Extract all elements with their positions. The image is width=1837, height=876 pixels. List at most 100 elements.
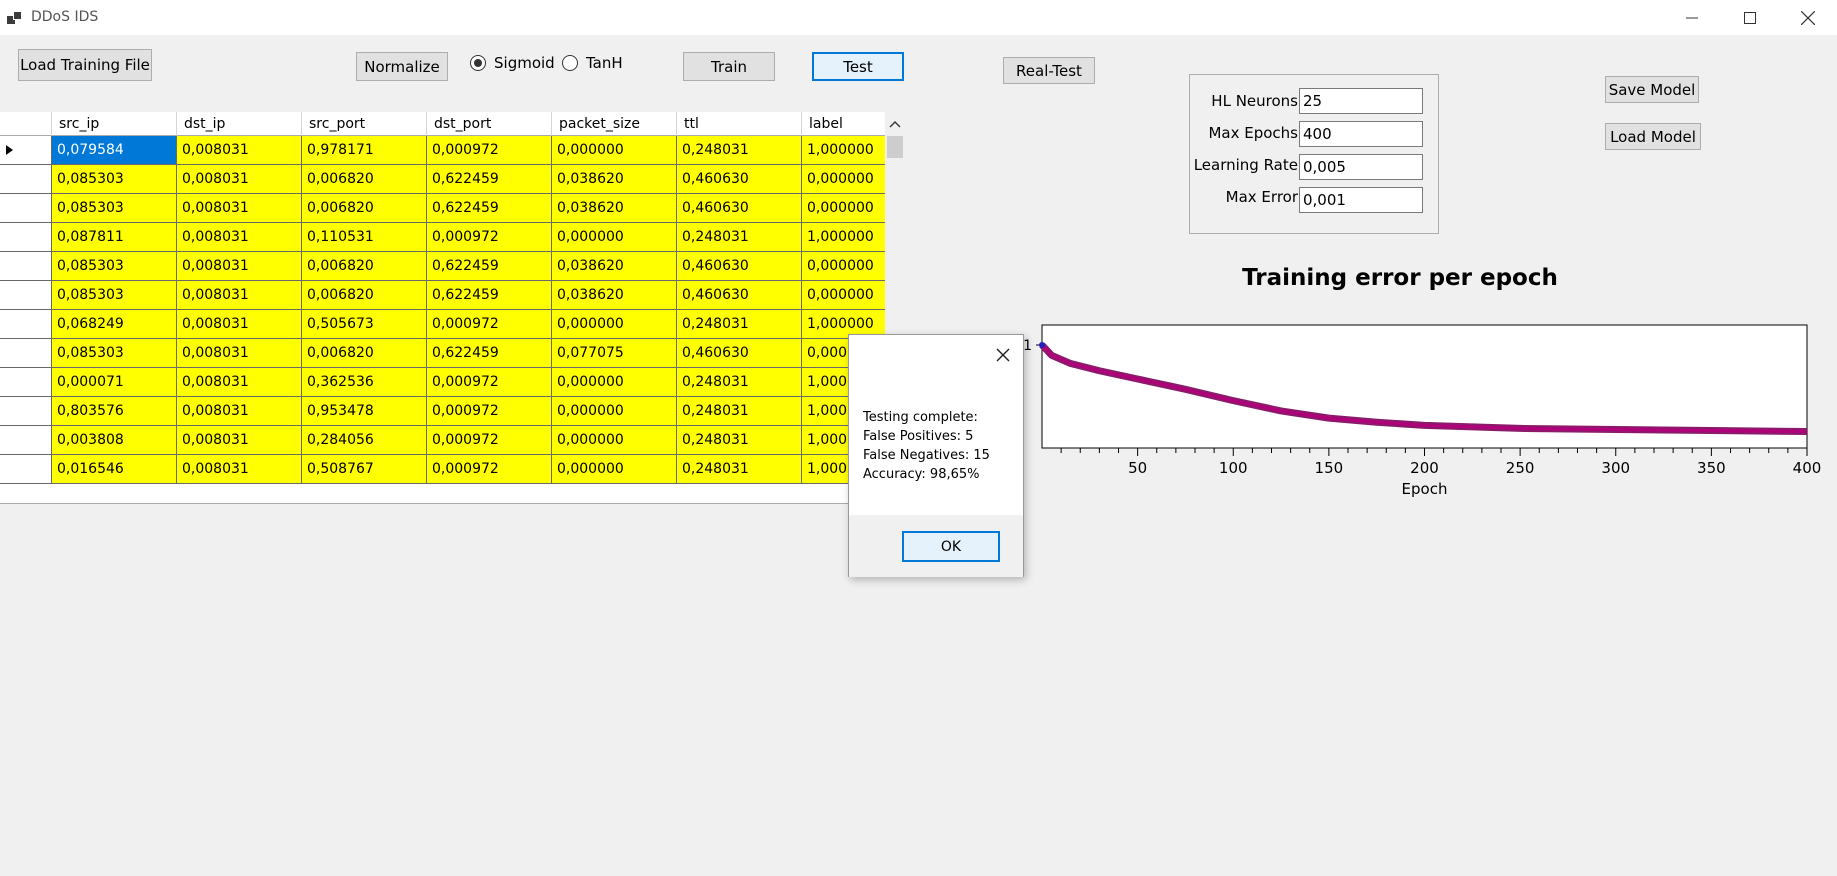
table-cell[interactable]: 0,008031	[177, 426, 302, 455]
table-cell[interactable]: 0,006820	[302, 281, 427, 310]
row-header[interactable]	[0, 194, 52, 223]
table-cell[interactable]: 0,000071	[52, 368, 177, 397]
table-cell[interactable]: 0,000972	[427, 426, 552, 455]
column-header[interactable]: src_port	[302, 112, 427, 136]
table-cell[interactable]: 0,003808	[52, 426, 177, 455]
table-cell[interactable]: 0,085303	[52, 281, 177, 310]
table-cell[interactable]: 0,953478	[302, 397, 427, 426]
table-cell[interactable]: 0,248031	[677, 397, 802, 426]
row-header[interactable]	[0, 397, 52, 426]
table-row[interactable]: 0,000071 0,008031 0,362536 0,000972 0,000000…	[0, 368, 905, 397]
table-cell[interactable]: 0,006820	[302, 339, 427, 368]
row-header[interactable]	[0, 310, 52, 339]
table-cell[interactable]: 0,038620	[552, 281, 677, 310]
table-cell[interactable]: 0,000000	[552, 397, 677, 426]
train-button[interactable]: Train	[683, 52, 775, 81]
table-cell[interactable]: 0,016546	[52, 455, 177, 484]
table-cell[interactable]: 0,008031	[177, 397, 302, 426]
table-cell[interactable]: 0,460630	[677, 194, 802, 223]
table-cell[interactable]: 0,622459	[427, 252, 552, 281]
table-cell[interactable]: 0,077075	[552, 339, 677, 368]
table-row[interactable]: 0,087811 0,008031 0,110531 0,000972 0,000000…	[0, 223, 905, 252]
table-cell[interactable]: 0,248031	[677, 426, 802, 455]
table-cell[interactable]: 0,008031	[177, 194, 302, 223]
row-header[interactable]	[0, 339, 52, 368]
table-cell[interactable]: 0,622459	[427, 281, 552, 310]
table-row[interactable]: 0,803576 0,008031 0,953478 0,000972 0,000000…	[0, 397, 905, 426]
table-cell[interactable]: 0,000000	[552, 368, 677, 397]
table-cell[interactable]: 0,008031	[177, 223, 302, 252]
table-cell[interactable]: 0,000000	[552, 426, 677, 455]
table-cell[interactable]: 0,248031	[677, 368, 802, 397]
row-header[interactable]	[0, 252, 52, 281]
table-cell[interactable]: 0,008031	[177, 339, 302, 368]
table-cell[interactable]: 0,085303	[52, 165, 177, 194]
table-row[interactable]: 0,003808 0,008031 0,284056 0,000972 0,000000…	[0, 426, 905, 455]
row-header[interactable]	[0, 136, 52, 165]
test-button[interactable]: Test	[812, 52, 904, 81]
maximize-button[interactable]	[1721, 0, 1779, 35]
column-header[interactable]: packet_size	[552, 112, 677, 136]
table-cell[interactable]: 0,000000	[552, 455, 677, 484]
close-button[interactable]	[1779, 0, 1837, 35]
table-cell[interactable]: 0,362536	[302, 368, 427, 397]
column-header[interactable]: ttl	[677, 112, 802, 136]
row-header[interactable]	[0, 368, 52, 397]
table-cell[interactable]: 0,460630	[677, 165, 802, 194]
table-cell[interactable]: 0,460630	[677, 252, 802, 281]
table-row[interactable]: 0,085303 0,008031 0,006820 0,622459 0,038620…	[0, 194, 905, 223]
table-row[interactable]: 0,085303 0,008031 0,006820 0,622459 0,038620…	[0, 252, 905, 281]
table-cell[interactable]: 0,085303	[52, 252, 177, 281]
table-cell[interactable]: 0,508767	[302, 455, 427, 484]
dialog-close-icon[interactable]	[991, 343, 1015, 367]
table-cell[interactable]: 0,038620	[552, 252, 677, 281]
data-grid[interactable]: src_ip dst_ip src_port dst_port packet_s…	[0, 112, 905, 504]
table-cell[interactable]: 0,622459	[427, 194, 552, 223]
real-test-button[interactable]: Real-Test	[1003, 57, 1095, 84]
table-cell[interactable]: 0,978171	[302, 136, 427, 165]
minimize-button[interactable]	[1663, 0, 1721, 35]
table-cell[interactable]: 0,505673	[302, 310, 427, 339]
row-header[interactable]	[0, 223, 52, 252]
table-cell[interactable]: 0,110531	[302, 223, 427, 252]
table-row[interactable]: 0,016546 0,008031 0,508767 0,000972 0,000000…	[0, 455, 905, 484]
table-cell[interactable]: 0,248031	[677, 455, 802, 484]
table-cell[interactable]: 0,000000	[552, 223, 677, 252]
dialog-ok-button[interactable]: OK	[902, 531, 1000, 562]
table-cell[interactable]: 0,008031	[177, 281, 302, 310]
row-header[interactable]	[0, 455, 52, 484]
learning-rate-field[interactable]	[1299, 154, 1423, 180]
table-cell[interactable]: 0,000000	[552, 136, 677, 165]
table-cell[interactable]: 0,248031	[677, 136, 802, 165]
table-cell[interactable]: 0,008031	[177, 310, 302, 339]
table-cell[interactable]: 0,000972	[427, 397, 552, 426]
table-cell[interactable]: 0,085303	[52, 339, 177, 368]
table-cell[interactable]: 0,000972	[427, 136, 552, 165]
table-cell[interactable]: 0,248031	[677, 223, 802, 252]
table-cell[interactable]: 0,000972	[427, 223, 552, 252]
table-cell[interactable]: 0,006820	[302, 252, 427, 281]
table-cell[interactable]: 0,622459	[427, 339, 552, 368]
table-cell[interactable]: 0,085303	[52, 194, 177, 223]
grid-vscroll-thumb[interactable]	[887, 136, 903, 158]
table-cell[interactable]: 0,008031	[177, 252, 302, 281]
save-model-button[interactable]: Save Model	[1605, 76, 1699, 103]
table-cell[interactable]: 0,006820	[302, 165, 427, 194]
table-row[interactable]: 0,079584 0,008031 0,978171 0,000972 0,000000…	[0, 136, 905, 165]
load-training-file-button[interactable]: Load Training File	[18, 49, 152, 81]
scroll-up-icon[interactable]	[885, 114, 905, 134]
table-cell[interactable]: 0,087811	[52, 223, 177, 252]
row-header[interactable]	[0, 426, 52, 455]
table-cell[interactable]: 0,038620	[552, 165, 677, 194]
row-header[interactable]	[0, 281, 52, 310]
column-header[interactable]: dst_port	[427, 112, 552, 136]
table-cell[interactable]: 0,006820	[302, 194, 427, 223]
table-cell[interactable]: 0,248031	[677, 310, 802, 339]
table-cell[interactable]: 0,008031	[177, 136, 302, 165]
table-row[interactable]: 0,085303 0,008031 0,006820 0,622459 0,038620…	[0, 165, 905, 194]
table-cell[interactable]: 0,068249	[52, 310, 177, 339]
table-cell[interactable]: 0,622459	[427, 165, 552, 194]
max-error-field[interactable]	[1299, 187, 1423, 213]
table-cell[interactable]: 0,803576	[52, 397, 177, 426]
table-cell[interactable]: 0,284056	[302, 426, 427, 455]
